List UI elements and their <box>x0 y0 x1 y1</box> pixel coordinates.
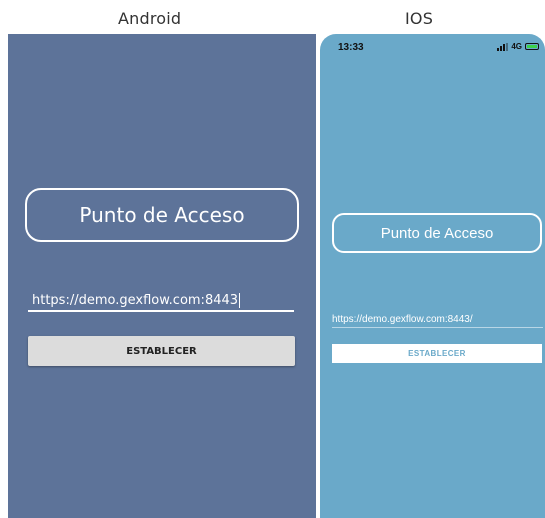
ios-url-input[interactable]: https://demo.gexflow.com:8443/ <box>332 312 543 328</box>
android-url-value: https://demo.gexflow.com:8443 <box>32 293 239 308</box>
ios-establecer-button[interactable]: ESTABLECER <box>332 344 542 363</box>
ios-title: Punto de Acceso <box>380 224 494 242</box>
signal-icon <box>497 42 509 51</box>
ios-url-value: https://demo.gexflow.com:8443/ <box>332 314 473 325</box>
battery-icon <box>525 43 539 50</box>
ios-screen: 13:33 4G Punto de Acceso https://demo.ge… <box>320 34 545 518</box>
android-title-box: Punto de Acceso <box>25 188 299 242</box>
android-button-label: ESTABLECER <box>126 345 197 357</box>
android-establecer-button[interactable]: ESTABLECER <box>28 336 295 366</box>
ios-button-label: ESTABLECER <box>408 349 466 358</box>
android-url-input[interactable]: https://demo.gexflow.com:8443 <box>28 292 294 312</box>
ios-network-label: 4G <box>511 42 522 51</box>
android-title: Punto de Acceso <box>79 203 245 227</box>
ios-status-bar: 4G <box>497 42 539 51</box>
ios-label: IOS <box>405 9 434 28</box>
ios-status-time: 13:33 <box>338 42 364 53</box>
android-screen: Punto de Acceso https://demo.gexflow.com… <box>8 34 316 518</box>
text-cursor-icon <box>239 293 241 308</box>
android-label: Android <box>118 9 182 28</box>
ios-title-box: Punto de Acceso <box>332 213 542 253</box>
